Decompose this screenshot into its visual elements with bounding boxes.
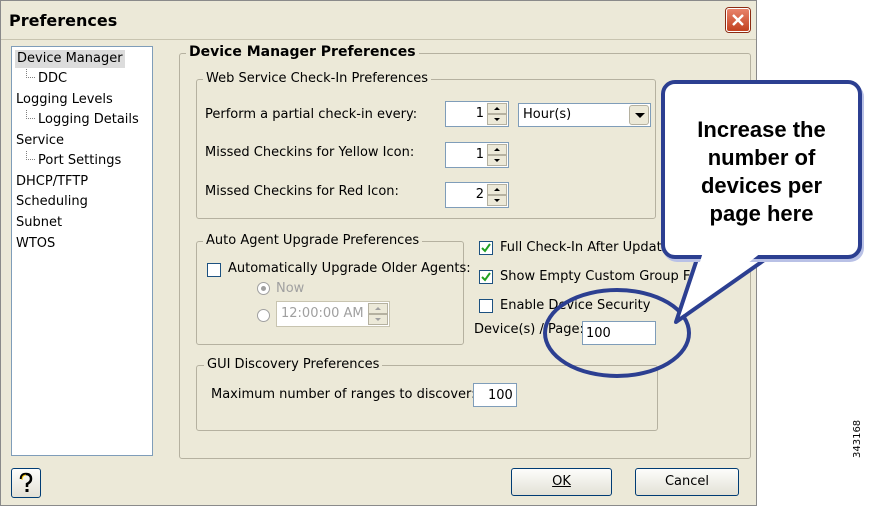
auto-agent-group — [196, 241, 464, 345]
checkmark-icon — [481, 272, 491, 282]
settings-tree[interactable]: Device Manager DDC Logging Levels Loggin… — [11, 46, 153, 456]
partial-checkin-stepper[interactable]: 1 — [445, 101, 509, 127]
devices-per-page-value: 100 — [586, 326, 611, 341]
preferences-dialog: Preferences Device Manager DDC Logging L… — [0, 0, 757, 506]
stepper-down-icon[interactable] — [487, 195, 507, 206]
stepper-up-icon[interactable] — [487, 144, 507, 155]
question-mark-icon — [19, 472, 33, 492]
stepper-up-icon[interactable] — [368, 303, 388, 314]
tree-item-logging-details[interactable]: Logging Details — [38, 111, 139, 129]
tree-item-logging-levels[interactable]: Logging Levels — [16, 91, 113, 109]
help-button[interactable] — [11, 468, 41, 498]
stepper-up-icon[interactable] — [487, 184, 507, 195]
chevron-down-icon[interactable] — [629, 105, 649, 125]
title-bar[interactable]: Preferences — [1, 1, 756, 40]
tree-item-port-settings[interactable]: Port Settings — [38, 152, 121, 170]
yellow-icon-label: Missed Checkins for Yellow Icon: — [205, 145, 415, 160]
auto-upgrade-label: Automatically Upgrade Older Agents: — [228, 261, 471, 276]
partial-checkin-value: 1 — [475, 106, 484, 121]
max-ranges-value: 100 — [488, 388, 513, 403]
stepper-down-icon[interactable] — [487, 155, 507, 166]
tree-item-dhcp-tftp[interactable]: DHCP/TFTP — [16, 173, 88, 191]
tree-item-subnet[interactable]: Subnet — [16, 214, 62, 232]
auto-upgrade-checkbox[interactable] — [207, 263, 221, 277]
show-empty-checkbox[interactable] — [479, 270, 493, 284]
device-security-checkbox[interactable] — [479, 299, 493, 313]
callout-text: Increase the number of devices per page … — [697, 117, 826, 226]
close-button[interactable] — [726, 8, 750, 32]
upgrade-time-stepper[interactable]: 12:00:00 AM — [276, 301, 390, 327]
show-empty-label: Show Empty Custom Group Folders — [500, 269, 730, 284]
tree-item-device-manager[interactable]: Device Manager — [15, 50, 125, 68]
ok-button-label: OK — [552, 474, 571, 489]
red-icon-label: Missed Checkins for Red Icon: — [205, 184, 399, 199]
full-checkin-label: Full Check-In After Update — [500, 240, 670, 255]
checkmark-icon — [481, 243, 491, 253]
partial-checkin-label: Perform a partial check-in every: — [205, 107, 418, 122]
yellow-icon-value: 1 — [475, 147, 484, 162]
partial-checkin-unit-value: Hour(s) — [523, 107, 572, 122]
stepper-up-icon[interactable] — [487, 103, 507, 114]
web-service-title: Web Service Check-In Preferences — [203, 71, 431, 86]
stepper-down-icon[interactable] — [487, 114, 507, 125]
red-icon-stepper[interactable]: 2 — [445, 182, 509, 208]
window-title: Preferences — [9, 11, 118, 30]
devices-per-page-label: Device(s) / Page: — [474, 322, 584, 337]
figure-id: 343168 — [852, 419, 863, 458]
time-radio[interactable] — [257, 309, 270, 322]
device-security-label: Enable Device Security — [500, 298, 651, 313]
tree-item-scheduling[interactable]: Scheduling — [16, 193, 88, 211]
upgrade-time-value: 12:00:00 AM — [281, 306, 364, 321]
auto-agent-title: Auto Agent Upgrade Preferences — [203, 233, 423, 248]
tree-item-service[interactable]: Service — [16, 132, 64, 150]
now-label: Now — [276, 281, 305, 296]
tree-item-ddc[interactable]: DDC — [38, 70, 67, 88]
gui-discovery-title: GUI Discovery Preferences — [204, 357, 383, 372]
now-radio[interactable] — [257, 282, 270, 295]
red-icon-value: 2 — [475, 187, 484, 202]
partial-checkin-unit-select[interactable]: Hour(s) — [518, 103, 651, 127]
ok-button[interactable]: OK — [511, 468, 612, 496]
cancel-button[interactable]: Cancel — [635, 468, 739, 496]
tree-item-wtos[interactable]: WTOS — [16, 235, 55, 253]
full-checkin-checkbox[interactable] — [479, 241, 493, 255]
callout-box: Increase the number of devices per page … — [661, 80, 862, 259]
close-icon — [732, 14, 744, 26]
cancel-button-label: Cancel — [664, 474, 710, 489]
panel-title: Device Manager Preferences — [186, 44, 419, 60]
max-ranges-label: Maximum number of ranges to discover: — [211, 387, 476, 402]
stepper-down-icon[interactable] — [368, 314, 388, 325]
devices-per-page-input[interactable]: 100 — [582, 321, 656, 345]
yellow-icon-stepper[interactable]: 1 — [445, 142, 509, 168]
max-ranges-input[interactable]: 100 — [473, 383, 517, 407]
